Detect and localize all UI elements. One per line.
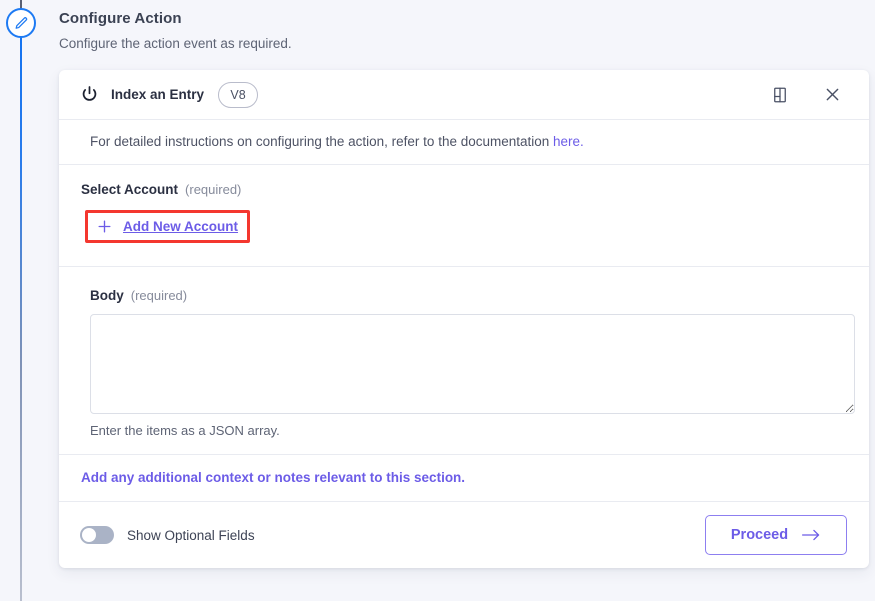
instruction-row: For detailed instructions on configuring… [59, 120, 869, 165]
page-subtitle: Configure the action event as required. [59, 36, 292, 51]
instruction-text: For detailed instructions on configuring… [90, 134, 554, 149]
card-title: Index an Entry [111, 87, 205, 102]
pencil-icon [14, 16, 29, 31]
body-section: Body (required) Enter the items as a JSO… [59, 267, 869, 455]
page-heading: Configure Action Configure the action ev… [59, 10, 579, 52]
add-new-account-link[interactable]: Add New Account [123, 219, 238, 234]
select-account-section: Select Account (required) Add New Accoun… [59, 165, 869, 267]
close-icon[interactable] [817, 80, 847, 110]
show-optional-fields-toggle[interactable] [80, 526, 114, 544]
add-new-account-highlight: Add New Account [85, 210, 251, 243]
book-icon[interactable] [765, 80, 795, 110]
select-account-required-note: (required) [185, 182, 242, 197]
power-icon [80, 85, 99, 104]
additional-context-row: Add any additional context or notes rele… [59, 455, 869, 502]
arrow-right-icon [801, 528, 821, 542]
proceed-button[interactable]: Proceed [705, 515, 847, 555]
timeline-rail [0, 0, 44, 601]
card-header: Index an Entry V8 [59, 70, 869, 120]
action-configuration-card: Index an Entry V8 For detailed instructi… [59, 70, 869, 568]
add-context-link[interactable]: Add any additional context or notes rele… [81, 470, 465, 485]
body-label-row: Body (required) [90, 288, 847, 303]
show-optional-fields-label: Show Optional Fields [127, 527, 255, 543]
plus-icon [96, 218, 113, 235]
version-badge: V8 [218, 81, 259, 108]
page-title: Configure Action [59, 10, 182, 27]
proceed-button-label: Proceed [730, 527, 789, 543]
timeline-step-node[interactable] [6, 8, 36, 38]
timeline-connector-bottom [20, 37, 22, 601]
select-account-label: Select Account [81, 182, 179, 197]
body-helper-text: Enter the items as a JSON array. [90, 423, 280, 438]
body-required-note: (required) [130, 288, 188, 303]
body-textarea[interactable] [90, 314, 855, 414]
card-footer: Show Optional Fields Proceed [59, 502, 869, 568]
show-optional-fields-toggle-group[interactable]: Show Optional Fields [80, 526, 255, 544]
documentation-link[interactable]: here. [553, 134, 584, 149]
body-label: Body [90, 288, 124, 303]
select-account-label-row: Select Account (required) [81, 182, 847, 197]
